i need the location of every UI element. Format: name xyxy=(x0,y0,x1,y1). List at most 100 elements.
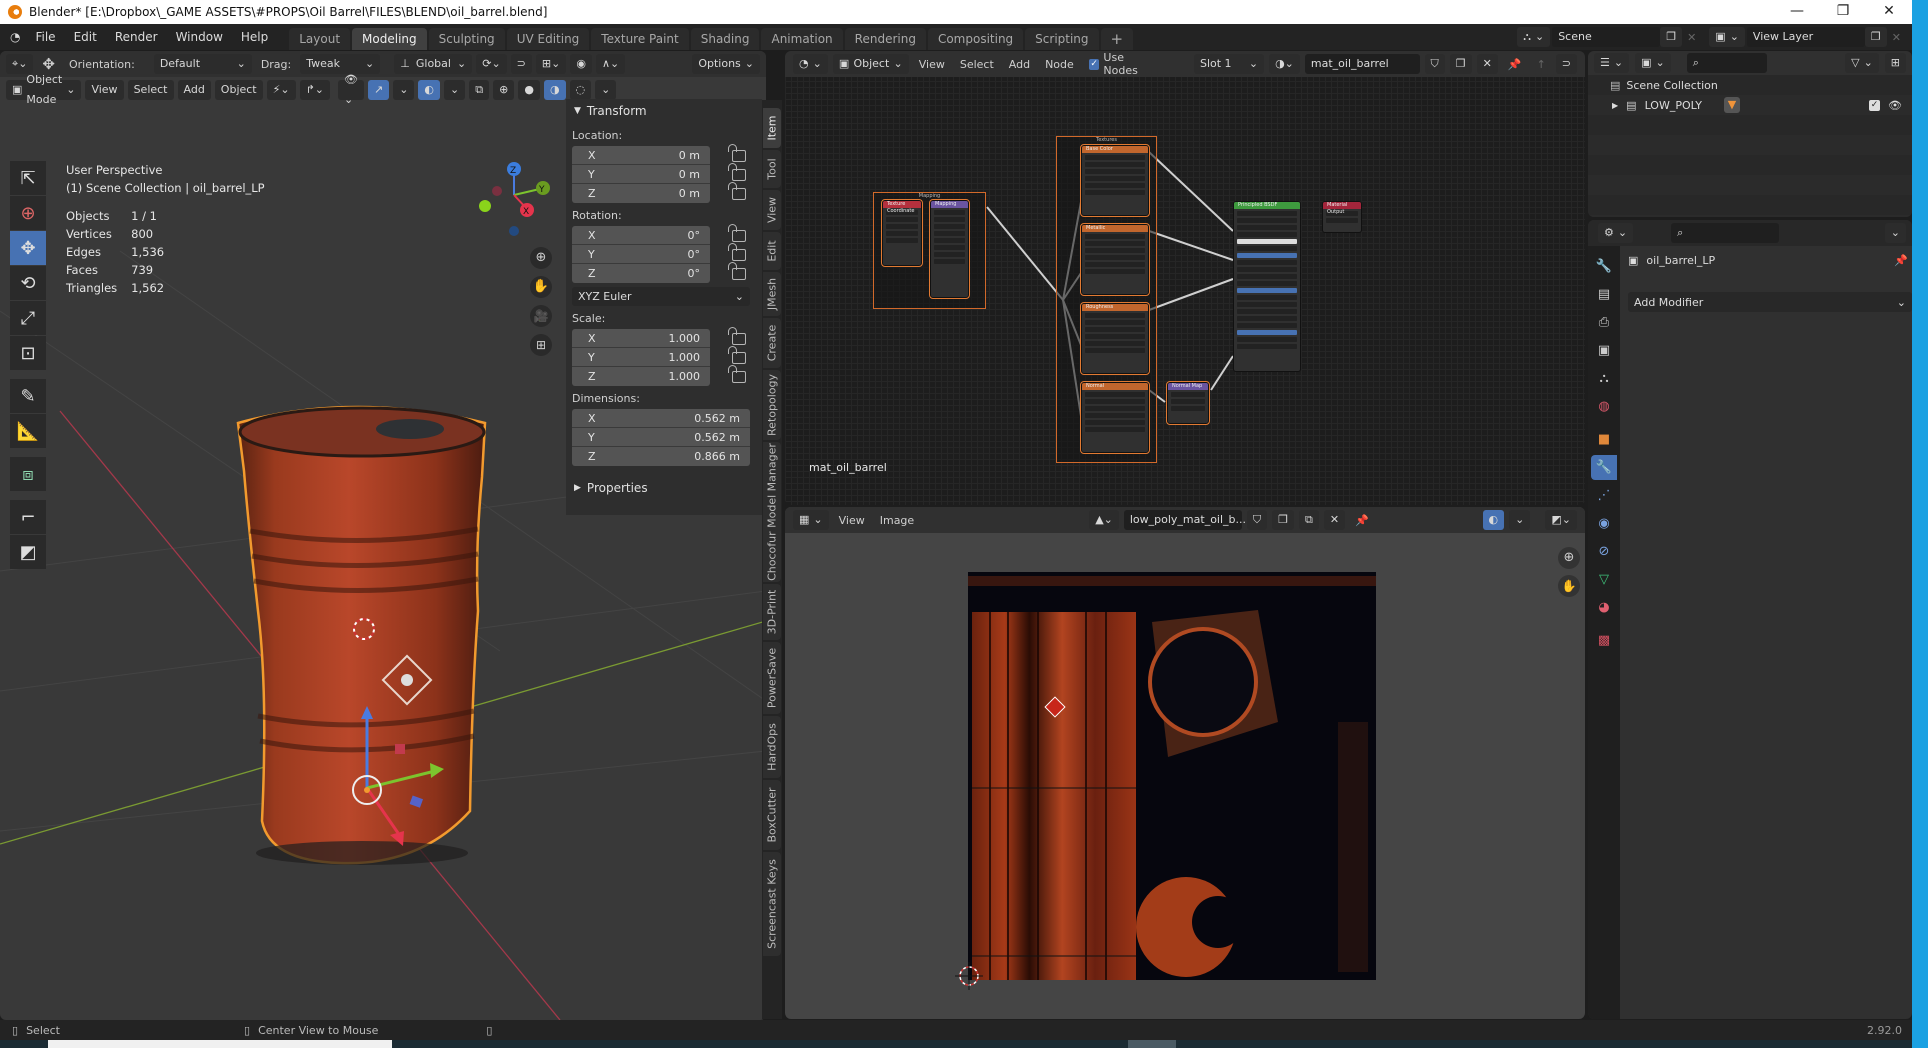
rotation-z-field[interactable]: Z 0° xyxy=(572,264,710,283)
new-collection-icon[interactable]: ⊞ xyxy=(1884,53,1906,73)
principled-bsdf-node[interactable]: Principled BSDF xyxy=(1233,201,1301,372)
tab-scene[interactable]: ⛬ xyxy=(1591,366,1617,391)
workspace-tab-sculpting[interactable]: Sculpting xyxy=(428,28,505,50)
menu-window[interactable]: Window xyxy=(167,30,232,44)
tool-scale-cage[interactable]: ◩ xyxy=(10,535,46,569)
sidebar-tab-jmesh[interactable]: JMesh xyxy=(763,272,781,316)
oil-barrel-mesh[interactable] xyxy=(236,405,487,865)
menu-render[interactable]: Render xyxy=(106,30,167,44)
new-view-layer-icon[interactable]: ❐ xyxy=(1864,27,1887,47)
menu-help[interactable]: Help xyxy=(232,30,277,44)
workspace-tab-scripting[interactable]: Scripting xyxy=(1025,28,1099,50)
camera-view-icon[interactable]: 🎥 xyxy=(530,305,552,327)
add-modifier-dropdown[interactable]: Add Modifier ⌄ xyxy=(1628,292,1912,312)
tab-constraints[interactable]: ⊘ xyxy=(1591,539,1617,564)
tab-render[interactable]: ▤ xyxy=(1591,282,1617,307)
sidebar-tab-boxcutter[interactable]: BoxCutter xyxy=(763,780,781,850)
image-editor[interactable]: ▦ ⌄ View Image ▲⌄ low_poly_mat_oil_b... ⛉… xyxy=(785,507,1585,1019)
close-button[interactable]: ✕ xyxy=(1866,0,1912,24)
editor-type-dropdown[interactable]: ⚙ ⌄ xyxy=(1598,223,1634,243)
tab-object[interactable]: ■ xyxy=(1591,427,1617,452)
blender-menu-icon[interactable]: ◔ xyxy=(0,30,26,44)
display-channels-dropdown[interactable]: ◩⌄ xyxy=(1545,510,1577,530)
image-texture-node-roughness[interactable]: Roughness xyxy=(1080,302,1150,375)
pin-icon[interactable]: 📌 xyxy=(1894,254,1908,267)
tab-material[interactable]: ◕ xyxy=(1591,595,1617,620)
location-x-field[interactable]: X 0 m xyxy=(572,146,710,165)
view-layer-selector[interactable]: ▣ ⌄ xyxy=(1709,27,1745,47)
pan-view-icon[interactable]: ✋ xyxy=(530,276,552,298)
scale-z-field[interactable]: Z 1.000 xyxy=(572,367,710,386)
workspace-tab-animation[interactable]: Animation xyxy=(761,28,843,50)
tab-modifiers[interactable]: 🔧 xyxy=(1591,455,1617,480)
zoom-view-icon[interactable]: ⊕ xyxy=(1558,547,1580,569)
menu-file[interactable]: File xyxy=(26,30,64,44)
tool-select-box[interactable]: ⇱ xyxy=(10,161,46,195)
location-y-field[interactable]: Y 0 m xyxy=(572,165,710,184)
tool-rotate[interactable]: ⟲ xyxy=(10,266,46,300)
scale-x-field[interactable]: X 1.000 xyxy=(572,329,710,348)
new-scene-icon[interactable]: ❐ xyxy=(1660,27,1683,47)
minimize-button[interactable]: — xyxy=(1774,0,1820,24)
tab-particles[interactable]: ⋰ xyxy=(1591,483,1617,508)
workspace-tab-compositing[interactable]: Compositing xyxy=(927,28,1024,50)
tool-annotate[interactable]: ✎ xyxy=(10,379,46,413)
properties-search-input[interactable]: ⌕ xyxy=(1671,223,1780,243)
scale-y-field[interactable]: Y 1.000 xyxy=(572,348,710,367)
scene-selector[interactable]: ⛬ ⌄ xyxy=(1517,27,1551,47)
taskbar-active-app[interactable] xyxy=(1128,1040,1176,1048)
sidebar-tab-chocofur[interactable]: Chocofur Model Manager xyxy=(763,442,781,582)
location-z-field[interactable]: Z 0 m xyxy=(572,184,710,203)
workspace-tab-uv-editing[interactable]: UV Editing xyxy=(506,28,590,50)
menu-image[interactable]: Image xyxy=(875,514,919,527)
unlink-image-icon[interactable]: ✕ xyxy=(1323,510,1346,530)
sidebar-tab-powersave[interactable]: PowerSave xyxy=(763,642,781,714)
options-dropdown[interactable]: ⌄ xyxy=(1884,223,1906,243)
display-mode-dropdown[interactable]: ▣ ⌄ xyxy=(1635,53,1671,73)
outliner[interactable]: ☰ ⌄ ▣ ⌄ ⌕ ▽ ⌄ ⊞ ▤ Scene Collection ▶ ▤ LOW_P… xyxy=(1588,51,1912,217)
pin-icon[interactable]: 📌 xyxy=(1350,514,1374,527)
workspace-tab-texture-paint[interactable]: Texture Paint xyxy=(591,28,689,50)
sidebar-tab-tool[interactable]: Tool xyxy=(763,150,781,188)
tab-data[interactable]: ▽ xyxy=(1591,567,1617,592)
tool-shear[interactable]: ⌐ xyxy=(10,500,46,534)
editor-type-dropdown[interactable]: ☰ ⌄ xyxy=(1594,53,1630,73)
tab-view-layer[interactable]: ▣ xyxy=(1591,338,1617,363)
properties-editor[interactable]: ⚙ ⌄ ⌕ ⌄ 🔧 ▤ ⎙ ▣ ⛬ ◍ ■ 🔧 ⋰ ◉ ⊘ ▽ ◕ ▩ ▣ oil… xyxy=(1588,220,1912,1019)
sidebar-tab-create[interactable]: Create xyxy=(763,318,781,368)
outliner-row-low-poly[interactable]: ▶ ▤ LOW_POLY ▼ ✓ 👁 xyxy=(1588,95,1912,115)
tab-physics[interactable]: ◉ xyxy=(1591,511,1617,536)
properties-panel-header[interactable]: ▶ Properties xyxy=(566,476,762,500)
lock-icon[interactable] xyxy=(728,364,746,383)
lock-icon[interactable] xyxy=(728,143,746,162)
filter-dropdown[interactable]: ▽ ⌄ xyxy=(1845,53,1879,73)
tab-tool[interactable]: 🔧 xyxy=(1591,254,1617,279)
view-layer-field[interactable]: View Layer xyxy=(1746,27,1865,47)
mapping-node[interactable]: Mapping xyxy=(929,199,970,299)
texture-coordinate-node[interactable]: Texture Coordinate xyxy=(881,199,923,267)
image-texture-node-base-color[interactable]: Base Color xyxy=(1080,144,1150,217)
sidebar-tab-hardops[interactable]: HardOps xyxy=(763,716,781,778)
lock-icon[interactable] xyxy=(728,181,746,200)
shader-node-editor[interactable]: ◔ ⌄ ▣ Object ⌄ View Select Add Node ✓ Use No… xyxy=(785,51,1585,505)
eye-icon[interactable]: 👁 xyxy=(1888,99,1902,112)
tab-output[interactable]: ⎙ xyxy=(1591,310,1617,335)
sidebar-tab-retopology[interactable]: Retopology xyxy=(763,370,781,440)
sidebar-tab-screencast-keys[interactable]: Screencast Keys xyxy=(763,852,781,956)
workspace-tab-modeling[interactable]: Modeling xyxy=(352,28,427,50)
menu-view[interactable]: View xyxy=(834,514,870,527)
dimensions-y-field[interactable]: Y 0.562 m xyxy=(572,428,750,447)
new-image-icon[interactable]: ❐ xyxy=(1272,510,1294,530)
lock-icon[interactable] xyxy=(728,261,746,280)
taskbar-search-box[interactable] xyxy=(48,1040,392,1048)
rotation-mode-dropdown[interactable]: XYZ Euler ⌄ xyxy=(572,287,750,306)
rotation-y-field[interactable]: Y 0° xyxy=(572,245,710,264)
editor-type-dropdown[interactable]: ▦ ⌄ xyxy=(793,510,829,530)
tool-measure[interactable]: 📐 xyxy=(10,414,46,448)
material-output-node[interactable]: Material Output xyxy=(1322,201,1362,233)
expand-arrow-icon[interactable]: ▶ xyxy=(1612,101,1618,110)
image-texture-node-normal[interactable]: Normal xyxy=(1080,381,1150,454)
workspace-tab-shading[interactable]: Shading xyxy=(690,28,760,50)
open-image-icon[interactable]: ⧉ xyxy=(1299,510,1319,530)
sidebar-tab-view[interactable]: View xyxy=(763,190,781,230)
